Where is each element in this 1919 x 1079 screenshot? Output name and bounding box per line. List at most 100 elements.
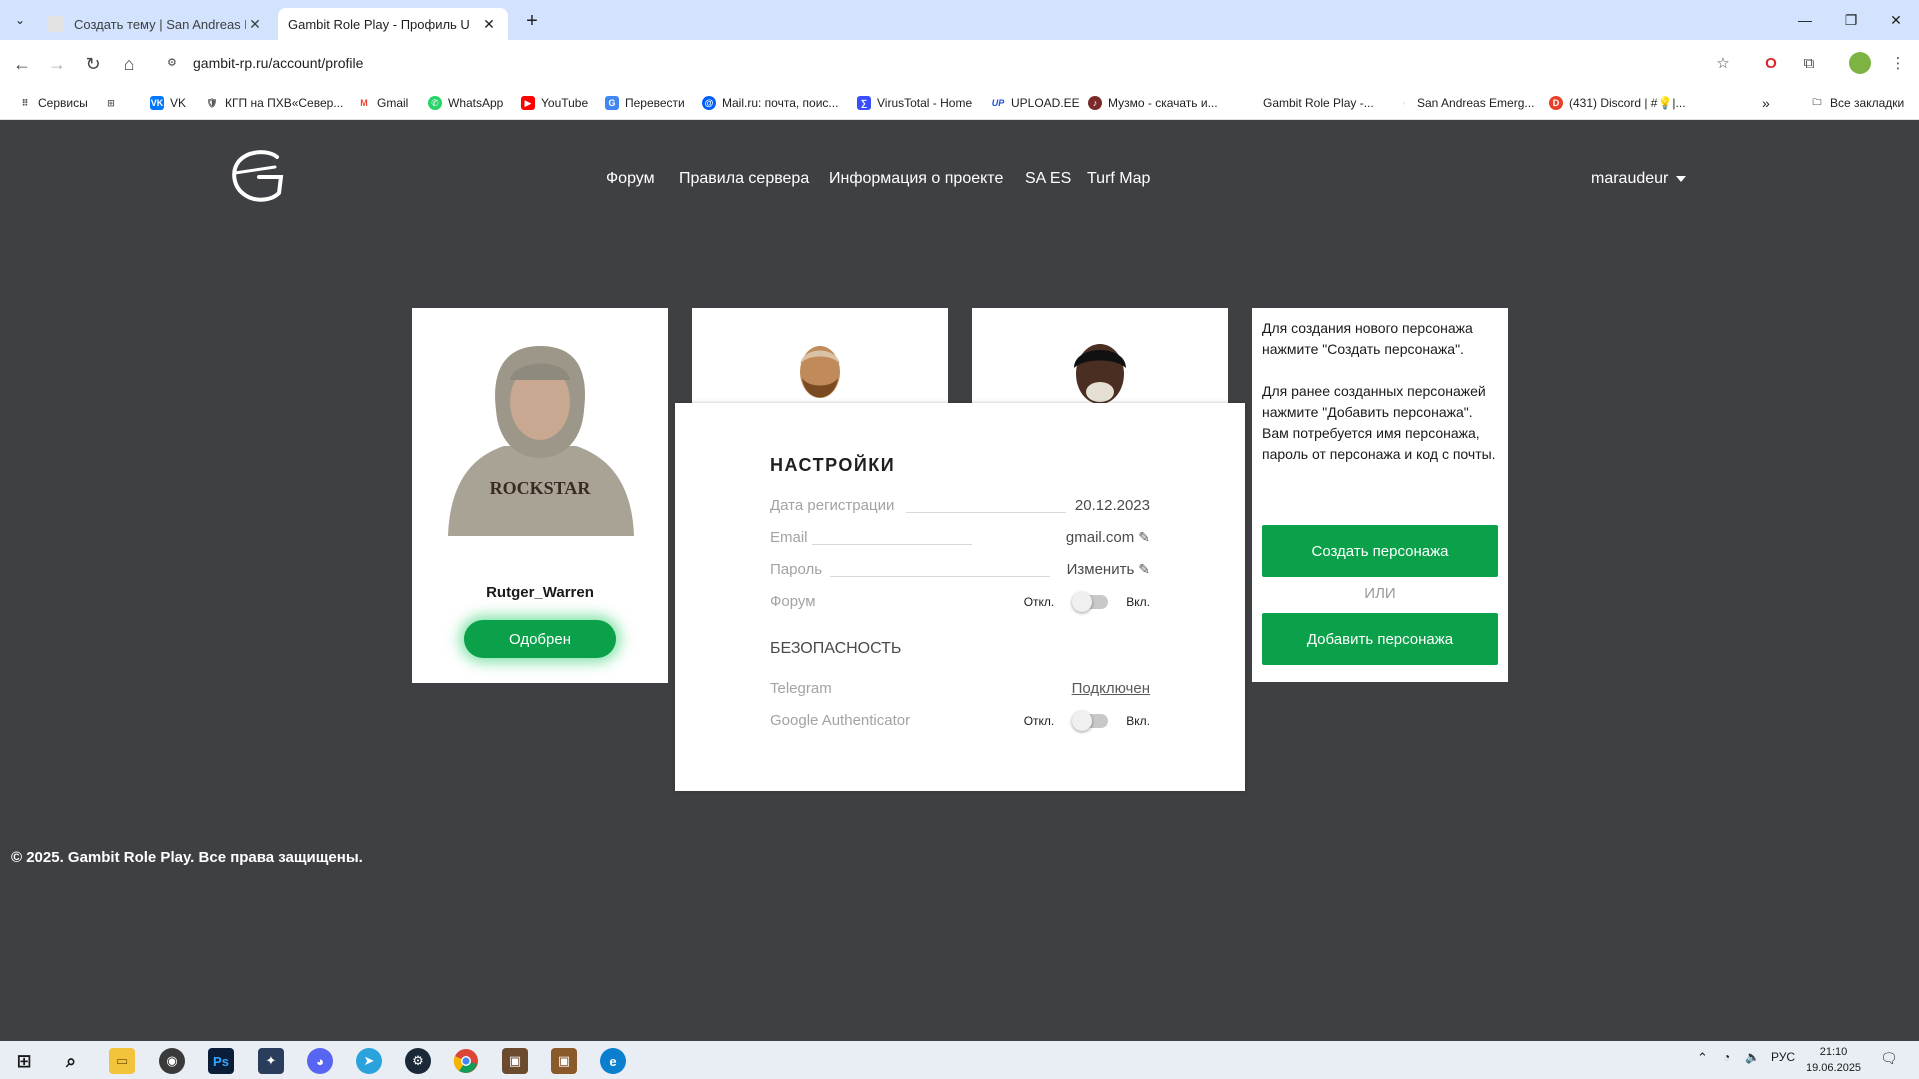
back-arrow-icon[interactable]: ←: [9, 51, 35, 77]
forum-favicon-icon: [48, 16, 64, 32]
profile-avatar-icon[interactable]: [1849, 52, 1871, 74]
all-bookmarks-button[interactable]: 🗀 Все закладки: [1810, 93, 1904, 113]
bookmark-gambit[interactable]: Gambit Role Play -...: [1263, 93, 1374, 113]
tab-search-chevron-icon[interactable]: ⌄: [8, 8, 32, 32]
change-password-link[interactable]: Изменить ✎: [1067, 561, 1150, 578]
bookmark-muzmo[interactable]: ♪ Музмо - скачать и...: [1088, 93, 1218, 113]
tab-san-andreas[interactable]: Создать тему | San Andreas Em ✕: [38, 8, 274, 40]
bookmark-services[interactable]: ⠿ Сервисы: [18, 93, 88, 113]
reload-icon[interactable]: ↻: [80, 51, 106, 77]
samp-icon[interactable]: ▣: [551, 1048, 577, 1074]
more-bookmarks-chevron-icon[interactable]: »: [1762, 93, 1770, 113]
add-character-button[interactable]: Добавить персонажа: [1262, 613, 1498, 665]
tab-gambit-profile[interactable]: Gambit Role Play - Профиль U ✕: [278, 8, 508, 40]
close-tab-icon[interactable]: ✕: [246, 16, 264, 33]
discord-icon[interactable]: ◕: [307, 1048, 333, 1074]
system-clock[interactable]: 21:10 19.06.2025: [1806, 1044, 1861, 1076]
minimize-window-icon[interactable]: —: [1782, 0, 1828, 40]
address-bar[interactable]: [160, 46, 1760, 80]
opera-extension-icon[interactable]: O: [1760, 52, 1782, 74]
search-icon[interactable]: ⌕: [58, 1048, 84, 1074]
bookmark-star-icon[interactable]: ☆: [1712, 52, 1734, 74]
music-icon: ♪: [1088, 96, 1102, 110]
forum-label: Форум: [770, 593, 816, 610]
nav-forum[interactable]: Форум: [606, 170, 655, 188]
volume-icon[interactable]: 🔈: [1745, 1050, 1760, 1064]
mailru-icon: @: [702, 96, 716, 110]
create-character-button[interactable]: Создать персонажа: [1262, 525, 1498, 577]
file-explorer-icon[interactable]: ▭: [109, 1048, 135, 1074]
home-icon[interactable]: ⌂: [116, 51, 142, 77]
chrome-icon[interactable]: [453, 1048, 479, 1074]
close-window-icon[interactable]: ✕: [1873, 0, 1919, 40]
footer-copyright: © 2025. Gambit Role Play. Все права защи…: [11, 849, 363, 866]
bookmark-label: КГП на ПХВ«Север...: [225, 96, 344, 110]
character-avatar: [1074, 344, 1126, 404]
toggle-knob: [1072, 592, 1093, 612]
network-icon[interactable]: ◔: [1723, 1050, 1730, 1064]
user-menu[interactable]: maraudeur: [1591, 170, 1687, 188]
bookmark-discord[interactable]: D (431) Discord | #💡|...: [1549, 93, 1686, 113]
windows-start-icon[interactable]: ⊞: [11, 1048, 37, 1074]
character-card[interactable]: [692, 308, 948, 404]
gta-sa-icon[interactable]: ▣: [502, 1048, 528, 1074]
apps-grid-icon: ⠿: [21, 97, 29, 108]
nav-server-rules[interactable]: Правила сервера: [679, 170, 809, 188]
tab-groups-icon: ⊞: [107, 97, 115, 108]
bookmark-whatsapp[interactable]: ✆ WhatsApp: [428, 93, 503, 113]
obs-icon[interactable]: ◉: [159, 1048, 185, 1074]
gambit-logo[interactable]: [229, 147, 289, 203]
extensions-puzzle-icon[interactable]: ⧉: [1798, 52, 1820, 74]
bookmark-vk[interactable]: VK VK: [150, 93, 186, 113]
pencil-edit-icon[interactable]: ✎: [1138, 529, 1150, 546]
bookmark-kgp[interactable]: 🛡 КГП на ПХВ«Север...: [205, 93, 343, 113]
nav-sa-es[interactable]: SA ES: [1025, 170, 1071, 188]
bookmark-youtube[interactable]: ▶ YouTube: [521, 93, 588, 113]
edge-icon[interactable]: e: [600, 1048, 626, 1074]
photoshop-icon[interactable]: Ps: [208, 1048, 234, 1074]
steam-icon[interactable]: ⚙: [405, 1048, 431, 1074]
notifications-icon[interactable]: 🗨: [1880, 1050, 1898, 1067]
bookmark-label: Сервисы: [38, 96, 88, 110]
character-card[interactable]: [972, 308, 1228, 404]
telegram-icon[interactable]: ➤: [356, 1048, 382, 1074]
bookmark-upload[interactable]: UP UPLOAD.EE: [991, 93, 1080, 113]
bookmark-label: VirusTotal - Home: [877, 96, 973, 110]
bookmark-label: Музмо - скачать и...: [1108, 96, 1218, 110]
davinci-icon[interactable]: ✦: [258, 1048, 284, 1074]
pencil-edit-icon[interactable]: ✎: [1138, 561, 1150, 578]
nav-project-info[interactable]: Информация о проекте: [829, 170, 1003, 188]
bookmark-translate[interactable]: G Перевести: [605, 93, 685, 113]
bookmark-mailru[interactable]: @ Mail.ru: почта, поис...: [702, 93, 838, 113]
tray-expand-chevron-icon[interactable]: ⌃: [1697, 1050, 1708, 1066]
language-indicator[interactable]: РУС: [1771, 1050, 1795, 1064]
new-tab-button[interactable]: +: [520, 10, 544, 34]
email-value[interactable]: gmail.com ✎: [1066, 529, 1150, 546]
status-approved-badge[interactable]: Одобрен: [464, 620, 616, 658]
security-title: БЕЗОПАСНОСТЬ: [770, 640, 902, 657]
url-text[interactable]: gambit-rp.ru/account/profile: [193, 55, 363, 71]
close-tab-icon[interactable]: ✕: [480, 16, 498, 33]
forum-toggle[interactable]: [1072, 592, 1109, 612]
nav-turf-map[interactable]: Turf Map: [1087, 170, 1150, 188]
ga-toggle-group: Откл. Вкл.: [1023, 711, 1150, 731]
caret-down-icon: [1676, 175, 1687, 182]
youtube-icon: ▶: [521, 96, 535, 110]
character-card[interactable]: ROCKSTAR Rutger_Warren Одобрен: [412, 308, 668, 683]
virustotal-icon: ∑: [857, 96, 871, 110]
off-label: Откл.: [1023, 714, 1055, 728]
restore-window-icon[interactable]: ❐: [1828, 0, 1874, 40]
bookmark-saes[interactable]: ◦ San Andreas Emerg...: [1397, 93, 1534, 113]
discord-icon: D: [1549, 96, 1563, 110]
telegram-connected-link[interactable]: Подключен: [1072, 680, 1150, 697]
bookmark-tab-groups[interactable]: ⊞: [104, 93, 124, 113]
saes-icon: ◦: [1402, 98, 1406, 108]
bookmark-gmail[interactable]: M Gmail: [357, 93, 408, 113]
bookmark-virustotal[interactable]: ∑ VirusTotal - Home: [857, 93, 972, 113]
telegram-row: Telegram Подключен: [770, 680, 1150, 700]
forward-arrow-icon[interactable]: →: [44, 51, 70, 77]
bookmark-label: YouTube: [541, 96, 589, 110]
site-info-icon[interactable]: ⚙: [167, 56, 181, 70]
google-authenticator-toggle[interactable]: [1072, 711, 1109, 731]
browser-menu-icon[interactable]: ⋮: [1887, 52, 1909, 74]
